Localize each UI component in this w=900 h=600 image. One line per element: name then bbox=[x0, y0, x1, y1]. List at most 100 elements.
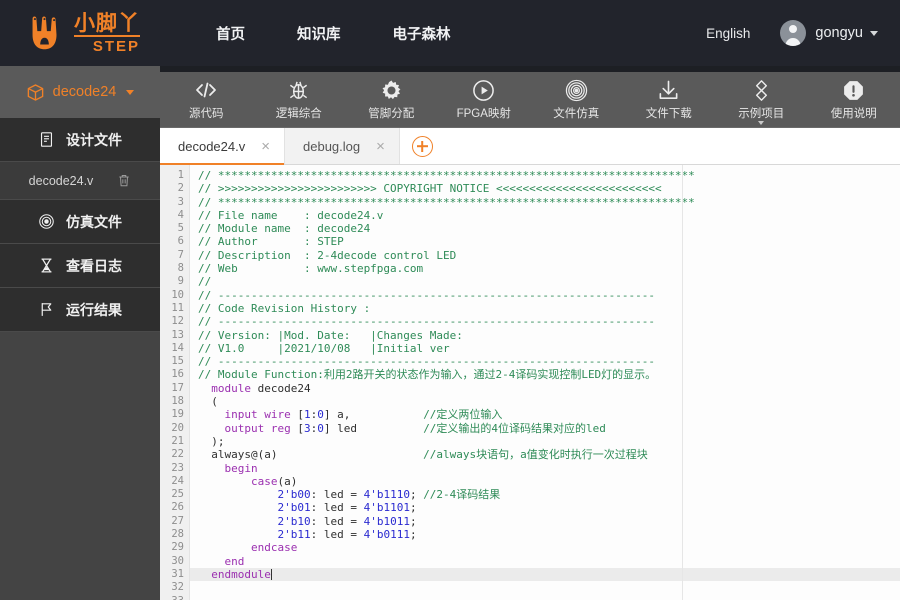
code-token: //2-4译码结果 bbox=[423, 488, 501, 502]
code-line[interactable]: // Version: |Mod. Date: |Changes Made: bbox=[190, 329, 900, 342]
add-tab-button[interactable] bbox=[400, 128, 445, 164]
code-line[interactable]: case(a) bbox=[190, 475, 900, 488]
line-number: 15 bbox=[171, 355, 184, 368]
code-line[interactable]: // -------------------------------------… bbox=[190, 289, 900, 302]
code-token: 4'b1101 bbox=[363, 501, 410, 515]
flag-icon bbox=[38, 301, 55, 318]
code-line[interactable]: // >>>>>>>>>>>>>>>>>>>>>>>> COPYRIGHT NO… bbox=[190, 182, 900, 195]
toolbar-fpga-mapping[interactable]: FPGA映射 bbox=[438, 72, 531, 127]
sidebar-item-view-log[interactable]: 查看日志 bbox=[0, 244, 160, 288]
code-line[interactable]: // *************************************… bbox=[190, 169, 900, 182]
close-icon[interactable]: × bbox=[376, 139, 385, 154]
line-number: 1 bbox=[177, 169, 184, 181]
line-number: 18 bbox=[171, 395, 184, 408]
sidebar-item-run-result[interactable]: 运行结果 bbox=[0, 288, 160, 332]
nav-home[interactable]: 首页 bbox=[190, 23, 271, 44]
code-line[interactable]: // -------------------------------------… bbox=[190, 315, 900, 328]
code-editor[interactable]: 1 2 3 4 5 6 7 8 9 10 11 12 13 14 15 16 17 18 19 20 21 22 23 24 2… bbox=[160, 165, 900, 600]
action-toolbar: 源代码 逻辑综合 管脚分配 FPGA映射 文件仿真 文件下载 示例项目 使用说明 bbox=[160, 72, 900, 128]
code-token: //定义两位输入 bbox=[423, 408, 503, 422]
toolbar-file-simulation[interactable]: 文件仿真 bbox=[530, 72, 623, 127]
code-line[interactable]: // *************************************… bbox=[190, 196, 900, 209]
code-line[interactable]: 2'b00: led = 4'b1110; //2-4译码结果 bbox=[190, 488, 900, 501]
code-line[interactable]: 2'b10: led = 4'b1011; bbox=[190, 515, 900, 528]
tab-debug-log[interactable]: debug.log × bbox=[285, 128, 400, 164]
user-menu[interactable]: gongyu bbox=[780, 20, 878, 46]
avatar bbox=[780, 20, 807, 46]
code-line[interactable]: endmodule bbox=[190, 567, 900, 582]
code-line[interactable]: ); bbox=[190, 435, 900, 448]
chevron-down-icon bbox=[758, 121, 765, 125]
code-line[interactable]: // Module Function:利用2路开关的状态作为输入，通过2-4译码… bbox=[190, 368, 900, 381]
line-number: 4 bbox=[177, 208, 184, 221]
code-line[interactable]: // Web : www.stepfpga.com bbox=[190, 262, 900, 275]
plus-circle-icon bbox=[411, 135, 433, 157]
code-line[interactable]: endcase bbox=[190, 541, 900, 554]
code-token: 1 bbox=[303, 408, 311, 422]
nav-electronic-forest[interactable]: 电子森林 bbox=[367, 23, 477, 44]
code-token: 0 bbox=[317, 408, 324, 422]
code-line[interactable]: input wire [1:0] a, //定义两位输入 bbox=[190, 408, 900, 421]
code-line[interactable]: output reg [3:0] led //定义输出的4位译码结果对应的led bbox=[190, 422, 900, 435]
code-line[interactable]: // bbox=[190, 275, 900, 288]
toolbar-pin-assignment[interactable]: 管脚分配 bbox=[345, 72, 438, 127]
cube-icon bbox=[26, 83, 45, 102]
nav-knowledge-base[interactable]: 知识库 bbox=[271, 23, 367, 44]
code-token: ; bbox=[409, 501, 417, 515]
document-icon bbox=[38, 131, 55, 148]
tab-label: decode24.v bbox=[178, 138, 246, 154]
sidebar-empty-area bbox=[0, 332, 160, 600]
code-line[interactable]: // -------------------------------------… bbox=[190, 355, 900, 368]
code-token: ; bbox=[409, 528, 417, 542]
language-switch[interactable]: English bbox=[706, 26, 750, 41]
code-token: begin bbox=[198, 461, 258, 475]
code-token: always@(a) bbox=[198, 448, 424, 462]
code-line[interactable]: // Module name : decode24 bbox=[190, 222, 900, 235]
code-line[interactable]: // V1.0 |2021/10/08 |Initial ver bbox=[190, 342, 900, 355]
chevron-down-icon bbox=[126, 89, 135, 95]
close-icon[interactable]: × bbox=[261, 139, 270, 154]
diamonds-icon bbox=[750, 78, 773, 102]
trash-icon[interactable] bbox=[117, 173, 131, 188]
code-line[interactable]: module decode24 bbox=[190, 382, 900, 395]
code-token: 4'b1011 bbox=[363, 514, 410, 528]
code-line[interactable]: // Description : 2-4decode control LED bbox=[190, 249, 900, 262]
sidebar-item-design-files[interactable]: 设计文件 bbox=[0, 118, 160, 162]
design-file-entry[interactable]: decode24.v bbox=[0, 162, 160, 200]
code-line[interactable]: ( bbox=[190, 395, 900, 408]
line-number-gutter: 1 2 3 4 5 6 7 8 9 10 11 12 13 14 15 16 17 18 19 20 21 22 23 24 2… bbox=[160, 165, 190, 600]
code-line[interactable]: end bbox=[190, 555, 900, 568]
toolbar-file-download[interactable]: 文件下载 bbox=[623, 72, 716, 127]
line-number: 22 bbox=[171, 448, 184, 461]
code-line[interactable]: // Code Revision History : bbox=[190, 302, 900, 315]
toolbar-logic-synthesis[interactable]: 逻辑综合 bbox=[253, 72, 346, 127]
brand-logo[interactable]: 小脚丫 STEP bbox=[0, 10, 160, 56]
sidebar-item-label: 查看日志 bbox=[66, 257, 122, 274]
toolbar-instructions[interactable]: 使用说明 bbox=[808, 72, 900, 127]
line-number: 25 bbox=[171, 488, 184, 501]
app-body: decode24 设计文件 decode24.v 仿真文件 查看日志 运行结果 … bbox=[0, 66, 900, 600]
toolbar-label: FPGA映射 bbox=[456, 108, 511, 120]
target-icon bbox=[38, 213, 55, 230]
code-token: 2'b11 bbox=[198, 528, 311, 542]
code-line[interactable]: // File name : decode24.v bbox=[190, 209, 900, 222]
toolbar-example-projects[interactable]: 示例项目 bbox=[715, 72, 808, 127]
line-number: 33 bbox=[160, 595, 189, 600]
paw-footprint-icon bbox=[22, 10, 68, 56]
concentric-circles-icon bbox=[565, 78, 588, 102]
code-line[interactable]: 2'b11: led = 4'b0111; bbox=[190, 528, 900, 541]
line-number: 11 bbox=[171, 301, 184, 314]
code-line[interactable]: // Author : STEP bbox=[190, 235, 900, 248]
code-token: // -------------------------------------… bbox=[198, 355, 655, 369]
code-content[interactable]: // *************************************… bbox=[190, 165, 900, 600]
text-cursor bbox=[270, 568, 272, 580]
tab-decode24-v[interactable]: decode24.v × bbox=[160, 128, 285, 165]
code-line[interactable]: begin bbox=[190, 462, 900, 475]
sidebar-item-simulation-files[interactable]: 仿真文件 bbox=[0, 200, 160, 244]
code-token: // Author : STEP bbox=[198, 235, 344, 249]
project-selector[interactable]: decode24 bbox=[0, 66, 160, 118]
code-token: 4'b0111 bbox=[363, 528, 410, 542]
code-line[interactable]: 2'b01: led = 4'b1101; bbox=[190, 501, 900, 514]
code-line[interactable]: always@(a) //always块语句，a值变化时执行一次过程块 bbox=[190, 448, 900, 461]
toolbar-source-code[interactable]: 源代码 bbox=[160, 72, 253, 127]
